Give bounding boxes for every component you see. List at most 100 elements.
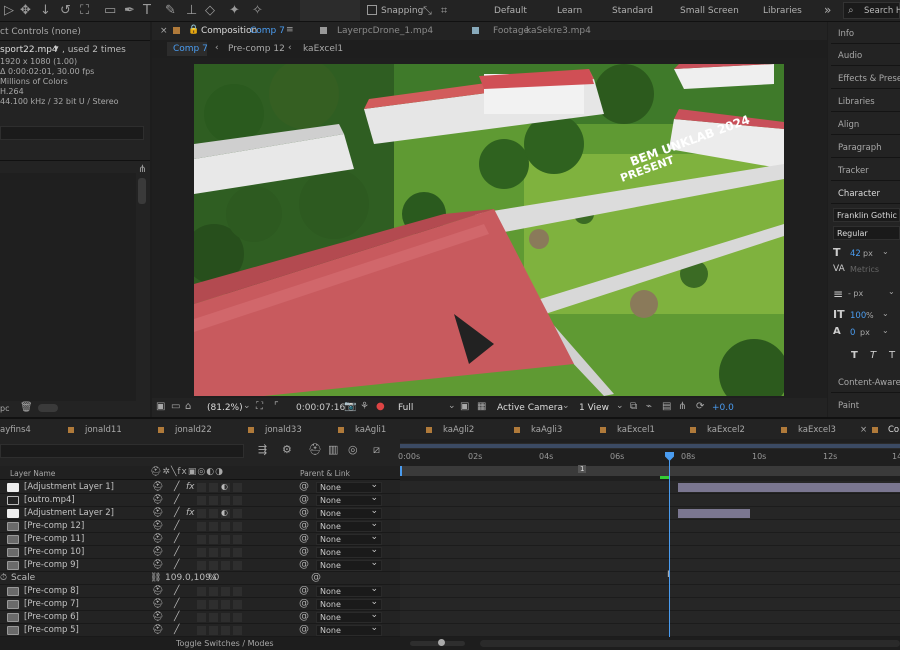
chevron-down-icon[interactable]: ⌄	[616, 401, 624, 411]
faux-bold-button[interactable]: T	[851, 350, 858, 361]
motion-blur-icon[interactable]: ◎	[348, 443, 358, 456]
chevron-down-icon[interactable]: ⌄	[562, 401, 570, 411]
flowchart-icon[interactable]: ⋔	[678, 401, 686, 412]
camera-dropdown[interactable]: Active Camera	[497, 403, 563, 413]
snapping-checkbox[interactable]	[367, 5, 377, 15]
monitor-icon[interactable]: ▭	[171, 401, 180, 412]
brush-tool-icon[interactable]: ✎	[165, 3, 176, 19]
font-style-dropdown[interactable]: Regular	[833, 226, 900, 240]
pen-tool-icon[interactable]: ✒	[124, 3, 135, 19]
work-area-start-handle[interactable]	[400, 466, 402, 476]
timeline-tab[interactable]: kaExcel2	[707, 425, 745, 435]
zoom-slider-thumb[interactable]	[438, 639, 445, 646]
delete-icon[interactable]: 🗑	[20, 402, 33, 413]
help-search-field[interactable]: ⌕ Search H	[843, 2, 900, 19]
frame-blending-icon[interactable]: ▥	[328, 443, 338, 456]
kerning-value[interactable]: Metrics	[850, 265, 879, 274]
roto-brush-tool-icon[interactable]: ✦	[229, 3, 240, 19]
workspace-default[interactable]: Default	[494, 6, 527, 16]
layer-duration-bar[interactable]	[678, 509, 750, 518]
bpc-label[interactable]: pc	[0, 404, 9, 413]
chevron-down-icon[interactable]: ⌄	[448, 401, 456, 411]
timeline-tab[interactable]: jonald11	[85, 425, 122, 435]
project-scrollbar[interactable]	[138, 178, 146, 204]
track-row[interactable]	[400, 507, 900, 520]
timeline-search-field[interactable]	[0, 444, 244, 458]
workspace-learn[interactable]: Learn	[557, 6, 582, 16]
toggle-pixel-aspect-icon[interactable]: ⧉	[630, 401, 637, 412]
comp-marker[interactable]: 1	[578, 465, 587, 473]
track-row[interactable]	[400, 624, 900, 637]
composition-mini-flowchart-icon[interactable]: ⇶	[258, 443, 267, 456]
character-panel-title[interactable]: Character	[831, 182, 900, 204]
shy-layers-icon[interactable]: ⛑	[308, 443, 322, 456]
resolution-dropdown[interactable]: Full	[398, 403, 413, 413]
layer-tab-name[interactable]: pcDrone_1.mp4	[362, 26, 433, 36]
workspace-small-screen[interactable]: Small Screen	[680, 6, 739, 16]
fast-previews-icon[interactable]: ⌁	[646, 401, 652, 412]
reset-exposure-icon[interactable]: ⟳	[696, 401, 704, 412]
view-layout-dropdown[interactable]: 1 View	[579, 403, 609, 413]
graph-editor-icon[interactable]: ⧄	[373, 443, 380, 457]
3d-view-icon[interactable]: ⌂	[185, 401, 191, 412]
effects-presets-panel-item[interactable]: Effects & Presets	[831, 67, 900, 89]
breadcrumb-comp7[interactable]: Comp 7	[173, 44, 208, 54]
breadcrumb-kaexcel1[interactable]: kaExcel1	[303, 44, 343, 54]
workspace-standard[interactable]: Standard	[612, 6, 653, 16]
all-caps-button[interactable]: T	[889, 350, 895, 361]
current-time-indicator[interactable]	[669, 452, 670, 642]
paragraph-panel-item[interactable]: Paragraph	[831, 136, 900, 158]
snap-features-icon[interactable]: ⌗	[441, 3, 447, 19]
vertical-scale-value[interactable]: 100	[850, 311, 866, 321]
camera-tool-icon[interactable]: ⛶	[80, 3, 89, 19]
track-row[interactable]	[400, 546, 900, 559]
footage-tab-prefix[interactable]: Footage	[493, 26, 529, 36]
project-list[interactable]	[0, 173, 136, 401]
project-search-field[interactable]	[0, 126, 144, 140]
font-family-dropdown[interactable]: Franklin Gothic ...	[833, 208, 900, 222]
channel-icon[interactable]: ●	[376, 401, 385, 412]
project-hscrollbar[interactable]	[38, 404, 58, 412]
track-row[interactable]	[400, 598, 900, 611]
mask-visibility-icon[interactable]: ⌜	[274, 401, 279, 412]
lock-icon[interactable]: 🔒	[188, 25, 199, 35]
track-row[interactable]	[400, 611, 900, 624]
workspace-libraries[interactable]: Libraries	[763, 6, 802, 16]
timeline-tab[interactable]: kaAgli2	[443, 425, 474, 435]
timeline-tab[interactable]: kaExcel3	[798, 425, 836, 435]
work-area-range[interactable]	[400, 466, 900, 476]
clone-stamp-tool-icon[interactable]: ⊥	[186, 3, 197, 19]
faux-italic-button[interactable]: T	[870, 350, 876, 361]
draft-3d-icon[interactable]: ⚙	[282, 443, 292, 456]
composition-frame[interactable]: BEM UNKLAB 2024 PRESENT	[194, 64, 784, 396]
track-row[interactable]	[400, 481, 900, 494]
timeline-tab-active[interactable]: Co	[888, 425, 899, 435]
tracker-panel-item[interactable]: Tracker	[831, 159, 900, 181]
timeline-hscrollbar[interactable]	[480, 640, 900, 647]
hand-tool-icon[interactable]: ▷	[4, 3, 14, 19]
font-size-value[interactable]: 42	[850, 249, 861, 259]
work-area-bar[interactable]	[400, 443, 900, 449]
file-dropdown-icon[interactable]: ▾	[54, 44, 59, 54]
layer-tab-prefix[interactable]: Layer	[337, 26, 362, 36]
chevron-down-icon[interactable]: ⌄	[882, 309, 889, 318]
rectangle-tool-icon[interactable]: ▭	[104, 3, 116, 19]
paint-panel-item[interactable]: Paint	[831, 394, 900, 416]
safe-zones-icon[interactable]: ⛶	[256, 401, 263, 412]
chevron-down-icon[interactable]: ⌄	[882, 326, 889, 335]
chevron-down-icon[interactable]: ⌄	[882, 247, 889, 256]
content-aware-fill-panel-item[interactable]: Content-Aware F	[831, 371, 900, 393]
transparency-grid-icon[interactable]: ▦	[477, 401, 486, 412]
snap-options-icon[interactable]: ⤡	[423, 3, 432, 19]
magnification-dropdown[interactable]: (81.2%)	[207, 403, 243, 413]
layer-duration-bar[interactable]	[678, 483, 900, 492]
move-tool-icon[interactable]: ✥	[20, 3, 31, 19]
breadcrumb-precomp12[interactable]: Pre-comp 12	[228, 44, 285, 54]
timeline-tab[interactable]: jonald33	[265, 425, 302, 435]
chevron-down-icon[interactable]: ⌄	[243, 401, 251, 411]
composition-tab-prefix[interactable]: Composition	[201, 26, 257, 36]
timeline-tab[interactable]: ayfins4	[0, 425, 31, 435]
eraser-tool-icon[interactable]: ◇	[205, 3, 215, 19]
panel-menu-icon[interactable]: ≡	[286, 25, 294, 35]
axis-mode-group[interactable]	[300, 0, 360, 21]
